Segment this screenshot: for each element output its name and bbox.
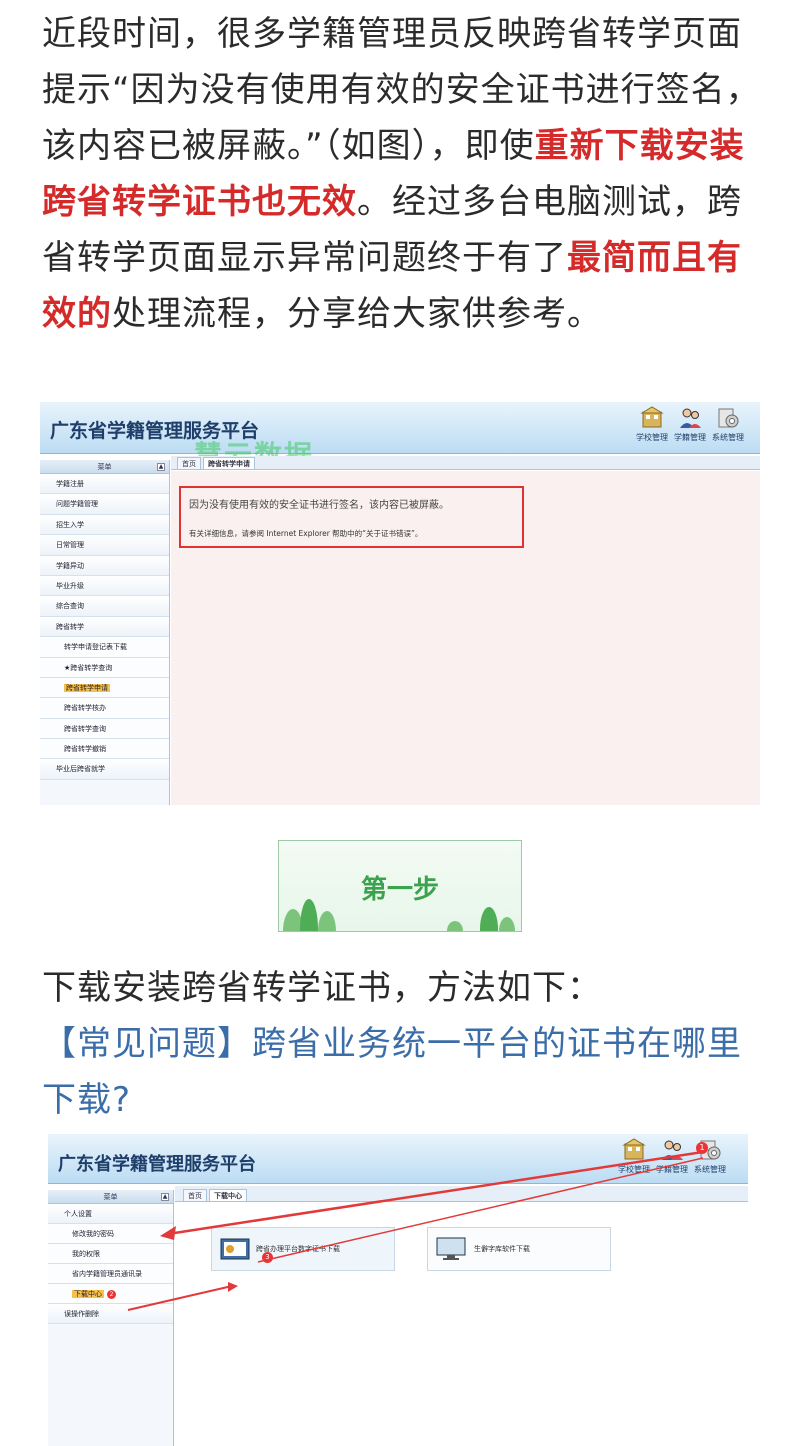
sidebar-item-label: 跨省转学申请 [64, 683, 110, 692]
sidebar-item-label: 跨省转学 [56, 622, 84, 631]
gear-icon [718, 408, 739, 428]
sidebar-item-label: 问题学籍管理 [56, 500, 98, 509]
sidebar-item[interactable]: 转学申请登记表下载 [40, 637, 169, 658]
sidebar-item-label: 毕业升级 [56, 581, 84, 590]
content-area: 因为没有使用有效的安全证书进行签名，该内容已被屏蔽。 有关详细信息，请参阅 In… [171, 471, 760, 805]
platform-header: 广东省学籍管理服务平台 学校管理 学籍管理 系统管理 [40, 402, 760, 454]
step-banner: 第一步 [278, 840, 522, 932]
sidebar-item[interactable]: 跨省转学撤销 [40, 739, 169, 760]
sidebar-item-label: 日常管理 [56, 541, 84, 550]
sidebar-item-label: 跨省转学查询 [64, 724, 106, 733]
sidebar-item[interactable]: 综合查询 [40, 596, 169, 617]
error-box: 因为没有使用有效的安全证书进行签名，该内容已被屏蔽。 有关详细信息，请参阅 In… [179, 486, 524, 548]
sidebar-item[interactable]: 学籍注册 [40, 474, 169, 495]
sidebar-item-label: 转学申请登记表下载 [64, 643, 127, 652]
sidebar-item[interactable]: 跨省转学查询 [40, 718, 169, 740]
sidebar-item[interactable]: 问题学籍管理 [40, 494, 169, 515]
tab-home[interactable]: 首页 [177, 457, 201, 469]
nav-student[interactable]: 学籍管理 [674, 406, 706, 443]
tab-transfer-apply[interactable]: 跨省转学申请 [203, 457, 255, 469]
menu-list: 学籍注册问题学籍管理 招生入学日常管理学籍异动毕业升级综合查询跨省转学转学申请登记… [40, 474, 169, 780]
annotation-arrows [127, 1150, 704, 1311]
sidebar-item-label: 学籍注册 [56, 480, 84, 488]
sidebar-item[interactable]: 毕业后跨省就学 [40, 759, 169, 780]
sidebar-item-label: ★跨省转学查询 [64, 663, 113, 672]
sidebar-item[interactable]: 毕业升级 [40, 575, 169, 597]
menu-header-label: 菜单 [97, 463, 112, 471]
section-heading: 下载安装跨省转学证书，方法如下： [42, 968, 602, 1008]
step-label: 第一步 [360, 875, 439, 905]
tab-bar: 首页 跨省转学申请 [171, 456, 760, 470]
sidebar-item-label: 综合查询 [56, 602, 84, 611]
sidebar-item-label: 毕业后跨省就学 [56, 765, 105, 774]
nav-school[interactable]: 学校管理 [636, 406, 668, 443]
top-nav: 学校管理 学籍管理 系统管理 [630, 406, 744, 443]
nav-student-label: 学籍管理 [674, 433, 706, 442]
building-icon [640, 406, 664, 428]
collapse-icon[interactable]: ▲ [157, 463, 165, 471]
users-icon [680, 408, 701, 428]
error-detail: 有关详细信息，请参阅 Internet Explorer 帮助中的“关于证书错误… [189, 529, 423, 538]
sidebar-item[interactable]: 招生入学 [40, 514, 169, 536]
intro-text-3: 处理流程，分享给大家供参考。 [112, 294, 602, 334]
sidebar-item-label: 招生入学 [56, 520, 84, 529]
sidebar-item[interactable]: 跨省转学 [40, 616, 169, 638]
nav-system-label: 系统管理 [712, 433, 744, 442]
sidebar-item[interactable]: 跨省转学申请 [40, 677, 169, 699]
screenshot-download-center: 广东省学籍管理服务平台 学校管理 学籍管理 系统管理 1 菜单 ▲ 个人设置 修改… [48, 1134, 748, 1446]
sidebar-item[interactable]: 日常管理 [40, 535, 169, 556]
intro-paragraph: 近段时间，很多学籍管理员反映跨省转学页面提示“因为没有使用有效的安全证书进行签名… [42, 6, 764, 342]
sidebar-item-label: 跨省转学撤销 [64, 745, 106, 754]
nav-system[interactable]: 系统管理 [712, 406, 744, 443]
sidebar-item-label: 学籍异动 [56, 561, 84, 570]
nav-school-label: 学校管理 [636, 433, 668, 442]
sidebar-menu: 菜单 ▲ 学籍注册问题学籍管理 招生入学日常管理学籍异动毕业升级综合查询跨省转学转… [40, 460, 170, 805]
sidebar-item[interactable]: 学籍异动 [40, 555, 169, 576]
menu-header: 菜单 ▲ [40, 460, 169, 474]
sidebar-item-label: 跨省转学核办 [64, 704, 106, 713]
screenshot-cert-error: 广东省学籍管理服务平台 学校管理 学籍管理 系统管理 慧云数据 菜单 ▲ 学籍注… [40, 402, 760, 805]
faq-link[interactable]: 【常见问题】跨省业务统一平台的证书在哪里下载? [42, 1016, 764, 1128]
sidebar-item[interactable]: ★跨省转学查询 [40, 657, 169, 678]
error-message: 因为没有使用有效的安全证书进行签名，该内容已被屏蔽。 [189, 500, 449, 511]
sidebar-item[interactable]: 跨省转学核办 [40, 698, 169, 719]
